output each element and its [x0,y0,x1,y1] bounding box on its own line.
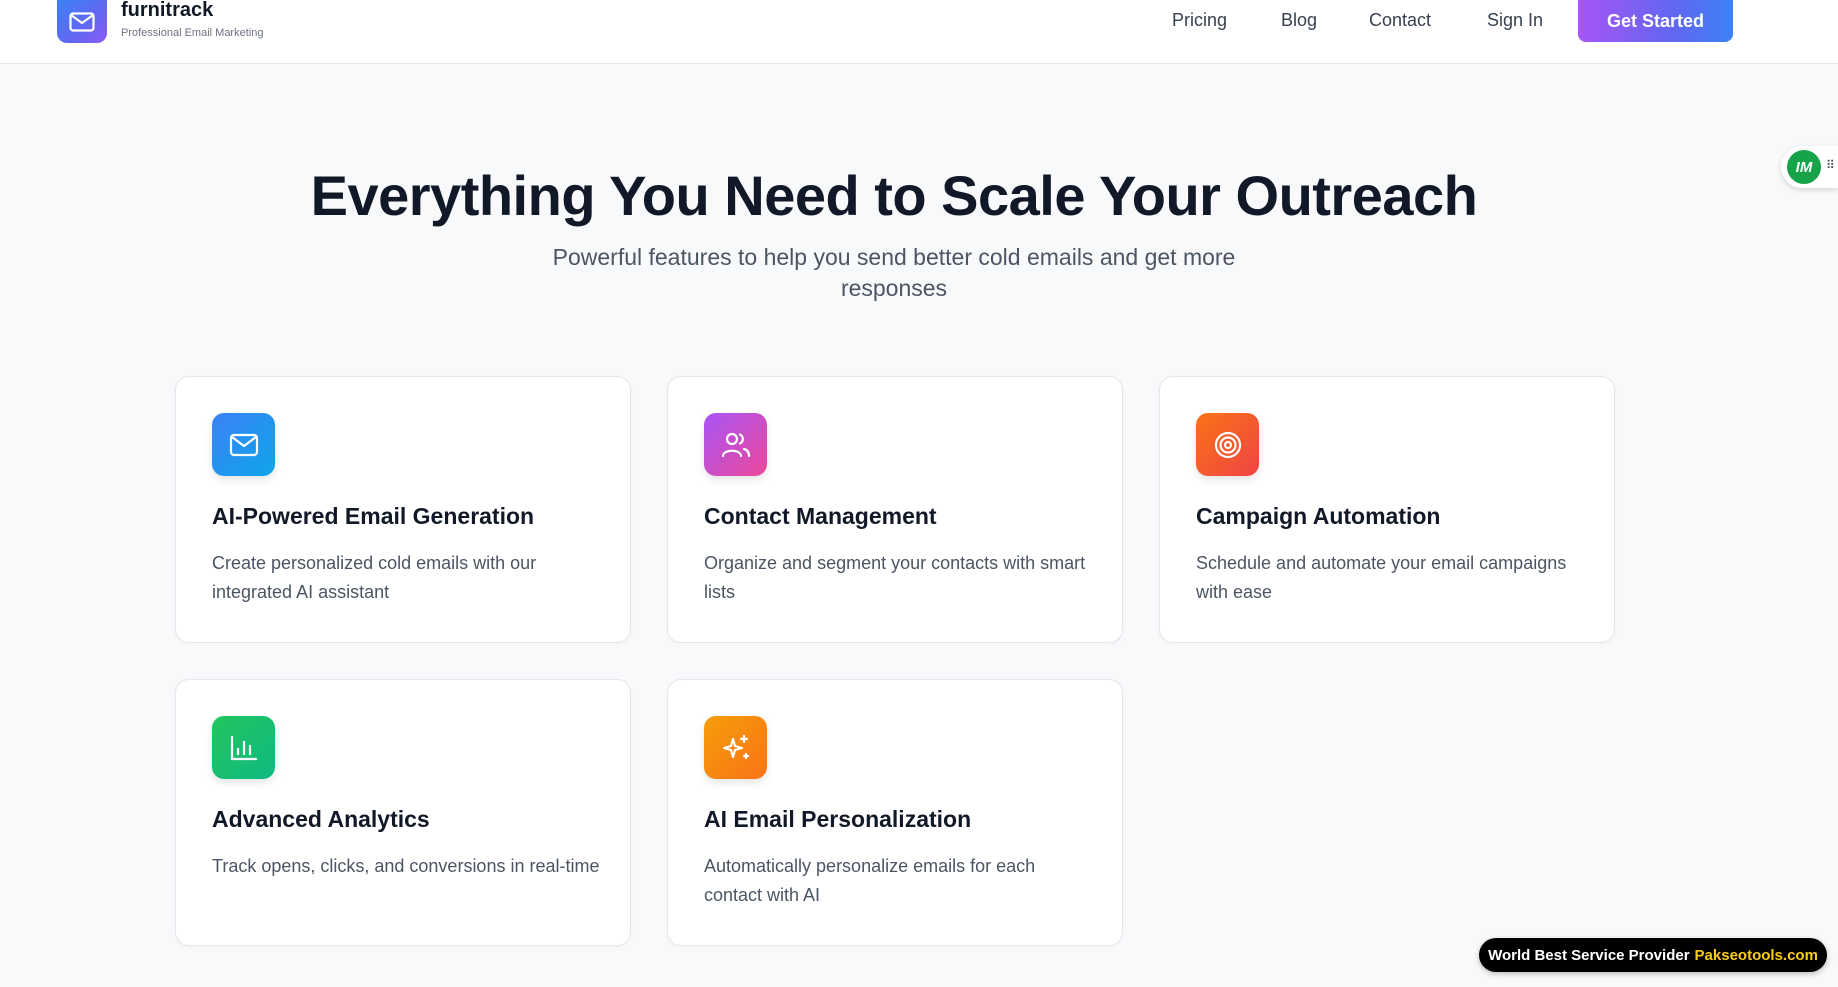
brand-name: furnitrack [121,0,214,21]
feature-description: Schedule and automate your email campaig… [1196,553,1567,602]
nav-link-contact[interactable]: Contact [1369,10,1431,31]
promo-banner[interactable]: World Best Service Provider Pakseotools.… [1479,938,1827,972]
mail-icon [57,0,107,43]
section-subtitle: Powerful features to help you send bette… [552,244,1236,301]
brand-tagline: Professional Email Marketing [121,27,264,39]
target-icon [1196,413,1259,476]
section-title: Everything You Need to Scale Your Outrea… [310,164,1478,227]
bar-chart-icon [212,716,275,779]
nav-link-sign-in[interactable]: Sign In [1487,10,1543,31]
feature-card-email-generation: AI-Powered Email Generation Create perso… [175,376,631,643]
nav-link-blog[interactable]: Blog [1281,10,1317,31]
get-started-button[interactable]: Get Started [1578,0,1733,42]
promo-text: World Best Service Provider [1488,946,1690,964]
logo[interactable]: furnitrack Professional Email Marketing [57,0,263,64]
nav-link-pricing[interactable]: Pricing [1172,10,1227,31]
feature-description: Track opens, clicks, and conversions in … [212,856,600,876]
users-icon [704,413,767,476]
feature-title: Advanced Analytics [212,806,430,832]
feature-description: Automatically personalize emails for eac… [704,856,1036,905]
feature-card-advanced-analytics: Advanced Analytics Track opens, clicks, … [175,679,631,946]
im-badge-icon[interactable]: IM [1787,150,1821,184]
feature-title: AI-Powered Email Generation [212,503,535,529]
feature-description: Organize and segment your contacts with … [704,553,1086,602]
side-floating-widget[interactable]: IM ⠿ [1781,146,1838,188]
drag-handle-icon[interactable]: ⠿ [1826,158,1835,172]
feature-title: Campaign Automation [1196,503,1441,529]
promo-highlight: Pakseotools.com [1694,946,1818,964]
sparkles-icon [704,716,767,779]
feature-description: Create personalized cold emails with our… [212,553,537,602]
feature-title: Contact Management [704,503,937,529]
feature-card-contact-management: Contact Management Organize and segment … [667,376,1123,643]
mail-icon [212,413,275,476]
site-header: furnitrack Professional Email Marketing … [0,0,1838,64]
feature-card-campaign-automation: Campaign Automation Schedule and automat… [1159,376,1615,643]
feature-card-ai-personalization: AI Email Personalization Automatically p… [667,679,1123,946]
feature-title: AI Email Personalization [704,806,972,832]
